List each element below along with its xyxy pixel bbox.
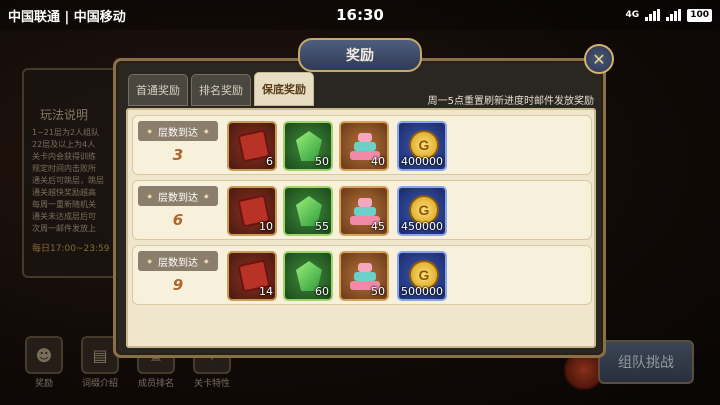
item-qty: 400000 bbox=[401, 155, 443, 168]
item-qty: 450000 bbox=[401, 220, 443, 233]
floor-number: 9 bbox=[172, 276, 184, 294]
tab-ranking[interactable]: 排名奖励 bbox=[191, 74, 251, 106]
signal-icon bbox=[645, 9, 661, 21]
reward-tabs: 首通奖励 排名奖励 保底奖励 bbox=[128, 72, 314, 106]
carrier-label: 中国联通 | 中国移动 bbox=[8, 9, 126, 25]
scroll-icon[interactable]: 14 bbox=[227, 251, 277, 301]
close-icon: ✕ bbox=[592, 49, 606, 69]
item-qty: 6 bbox=[266, 155, 273, 168]
reward-row: 层数到达 6 10 55 45 G450000 bbox=[132, 180, 592, 240]
floor-label: 层数到达 bbox=[138, 251, 218, 271]
reward-row: 层数到达 3 6 50 40 G400000 bbox=[132, 115, 592, 175]
floor-label: 层数到达 bbox=[138, 186, 218, 206]
cake-icon[interactable]: 45 bbox=[339, 186, 389, 236]
cake-icon[interactable]: 40 bbox=[339, 121, 389, 171]
gem-icon[interactable]: 55 bbox=[283, 186, 333, 236]
item-qty: 50 bbox=[371, 285, 385, 298]
tab-first-clear[interactable]: 首通奖励 bbox=[128, 74, 188, 106]
item-qty: 60 bbox=[315, 285, 329, 298]
status-bar: 中国联通 | 中国移动 16:30 4G 100 bbox=[0, 0, 720, 30]
cake-icon[interactable]: 50 bbox=[339, 251, 389, 301]
gold-coin-icon[interactable]: G 500000 bbox=[397, 251, 447, 301]
reward-list: 层数到达 3 6 50 40 G400000 层数到达 6 10 55 45 G… bbox=[126, 108, 596, 348]
reward-row: 层数到达 9 14 60 50 G500000 bbox=[132, 245, 592, 305]
network-label: 4G bbox=[625, 10, 640, 20]
floor-label: 层数到达 bbox=[138, 121, 218, 141]
item-qty: 50 bbox=[315, 155, 329, 168]
floor-number: 6 bbox=[172, 211, 184, 229]
gem-icon[interactable]: 50 bbox=[283, 121, 333, 171]
item-qty: 10 bbox=[259, 220, 273, 233]
item-qty: 45 bbox=[371, 220, 385, 233]
close-button[interactable]: ✕ bbox=[584, 44, 614, 74]
status-icons: 4G 100 bbox=[625, 8, 712, 22]
signal-icon-2 bbox=[666, 9, 682, 21]
item-qty: 55 bbox=[315, 220, 329, 233]
item-qty: 14 bbox=[259, 285, 273, 298]
floor-number: 3 bbox=[172, 146, 184, 164]
scroll-icon[interactable]: 10 bbox=[227, 186, 277, 236]
tab-guaranteed[interactable]: 保底奖励 bbox=[254, 72, 314, 106]
gold-coin-icon[interactable]: G 450000 bbox=[397, 186, 447, 236]
dialog-title: 奖励 bbox=[298, 38, 422, 72]
item-qty: 500000 bbox=[401, 285, 443, 298]
scroll-icon[interactable]: 6 bbox=[227, 121, 277, 171]
gold-coin-icon[interactable]: G 400000 bbox=[397, 121, 447, 171]
reset-notice: 周一5点重置刷新进度时邮件发放奖励 bbox=[427, 96, 594, 107]
gem-icon[interactable]: 60 bbox=[283, 251, 333, 301]
item-qty: 40 bbox=[371, 155, 385, 168]
battery-icon: 100 bbox=[687, 8, 712, 22]
clock: 16:30 bbox=[336, 6, 384, 24]
